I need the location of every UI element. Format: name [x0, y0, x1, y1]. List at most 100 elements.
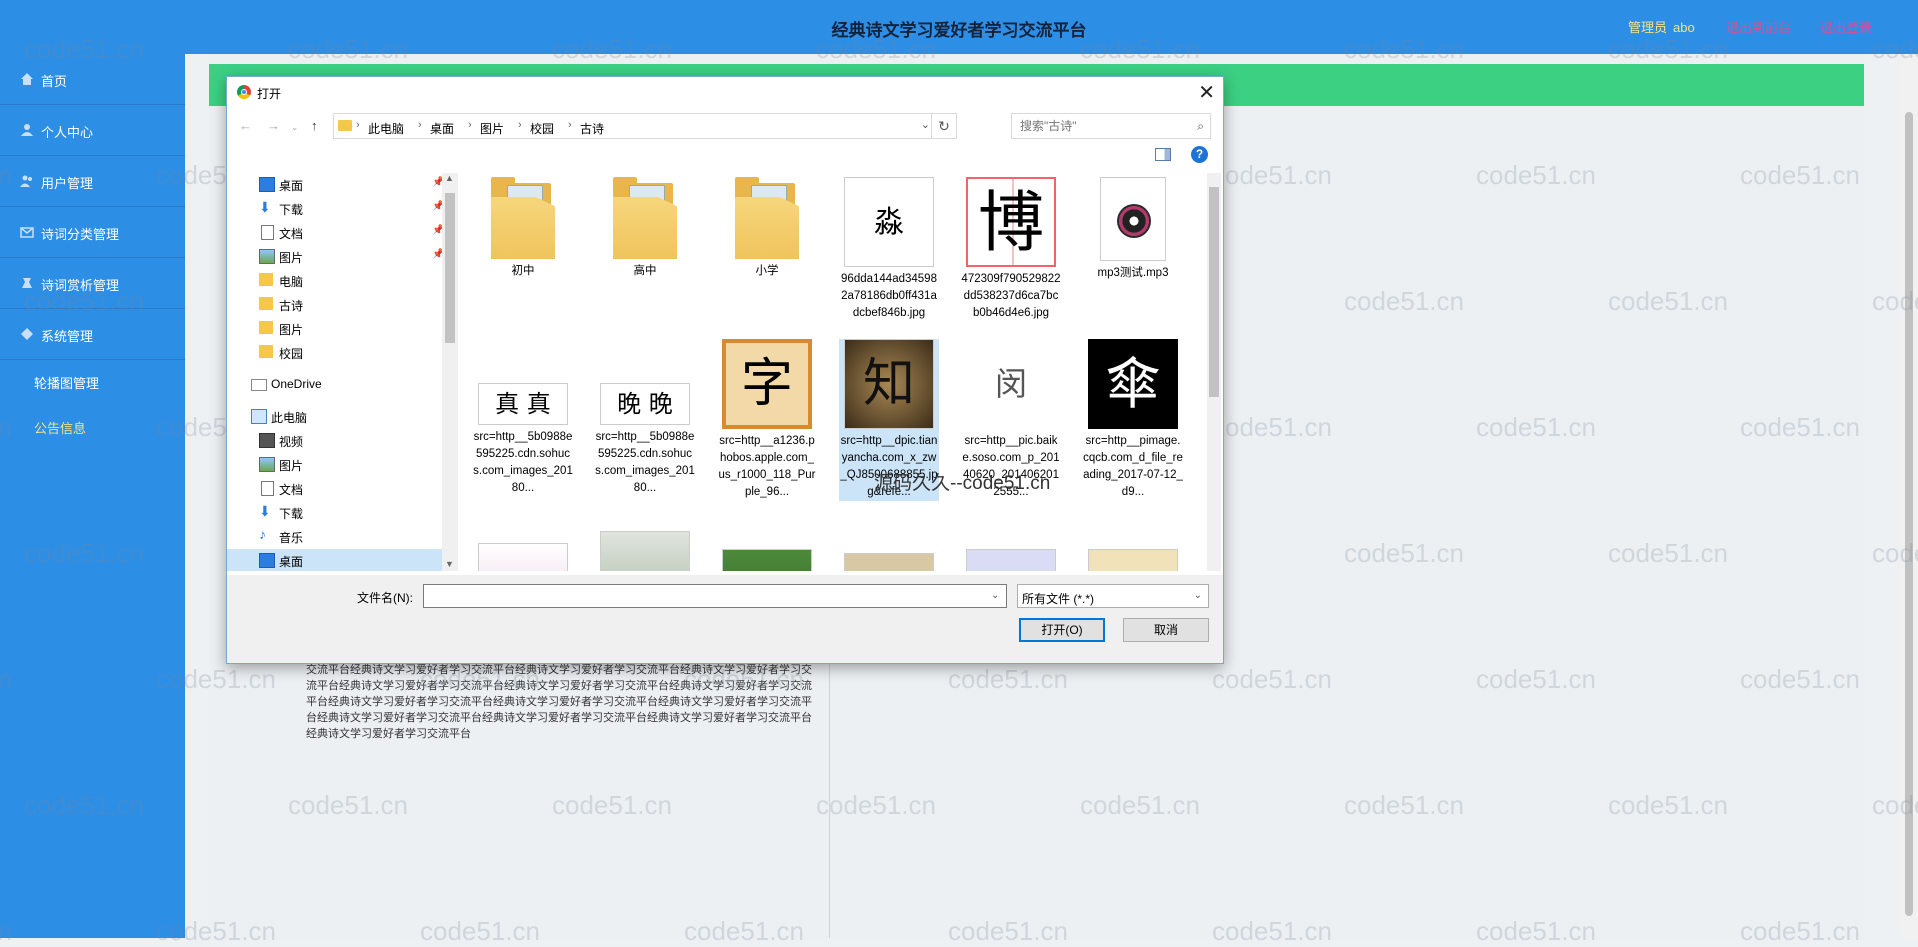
- file-item-image[interactable]: [473, 543, 573, 571]
- tree-item-downloads[interactable]: ⬇ 下载: [227, 501, 442, 523]
- file-item-folder[interactable]: 初中: [473, 177, 573, 280]
- help-icon[interactable]: ?: [1191, 146, 1208, 163]
- sidebar-subitem-carousel[interactable]: 轮播图管理: [34, 373, 99, 392]
- tree-item-label: 下载: [279, 203, 304, 217]
- tree-item-pictures[interactable]: 图片: [227, 453, 442, 475]
- file-item-image[interactable]: 字 src=http__a1236.phobos.apple.com_us_r1…: [717, 339, 817, 501]
- download-icon: ⬇: [259, 199, 271, 215]
- tree-item-label: 音乐: [279, 531, 304, 545]
- breadcrumb-item[interactable]: 桌面: [430, 120, 454, 137]
- image-thumbnail: 字: [722, 339, 812, 429]
- file-item-image[interactable]: [961, 549, 1061, 571]
- search-box[interactable]: ⌕: [1011, 113, 1211, 139]
- tree-item-videos[interactable]: 视频: [227, 429, 442, 451]
- back-arrow-icon[interactable]: ←: [239, 118, 252, 133]
- file-item-image[interactable]: 淼 96dda144ad345982a78186db0ff431adcbef84…: [839, 177, 939, 322]
- tree-item-folder[interactable]: 图片: [227, 317, 442, 339]
- tree-item-label: 图片: [279, 323, 304, 337]
- file-name: src=http__5b0988e595225.cdn.sohucs.com_i…: [595, 431, 695, 494]
- file-item-image[interactable]: 博 472309f790529822dd538237d6ca7bcb0b46d4…: [961, 177, 1061, 322]
- refresh-icon[interactable]: ↻: [931, 114, 956, 138]
- image-thumbnail: [600, 531, 690, 571]
- chevron-down-icon[interactable]: ⌄: [921, 118, 930, 131]
- file-grid-scrollbar[interactable]: [1207, 173, 1221, 571]
- file-item-image[interactable]: [1083, 549, 1183, 571]
- tree-item-this-pc[interactable]: 此电脑: [227, 405, 442, 427]
- back-to-frontend-link[interactable]: 退出到前台: [1726, 17, 1791, 36]
- tree-item-downloads[interactable]: ⬇ 下载 📌: [227, 197, 444, 219]
- breadcrumb-separator-icon: ›: [568, 119, 572, 131]
- sidebar-item-poem-category[interactable]: 诗词分类管理: [0, 207, 185, 258]
- breadcrumb-item[interactable]: 图片: [480, 120, 504, 137]
- folder-icon: [491, 177, 555, 259]
- tree-item-onedrive[interactable]: OneDrive: [227, 373, 442, 395]
- file-grid-scrollbar-thumb[interactable]: [1209, 187, 1219, 397]
- image-thumbnail: [478, 543, 568, 571]
- filename-input[interactable]: [423, 584, 1007, 608]
- cancel-button[interactable]: 取消: [1123, 618, 1209, 642]
- tree-item-documents[interactable]: 文档 📌: [227, 221, 444, 243]
- page-scrollbar[interactable]: [1900, 54, 1918, 938]
- breadcrumb-item[interactable]: 校园: [530, 120, 554, 137]
- close-icon[interactable]: ✕: [1198, 80, 1215, 105]
- tree-item-documents[interactable]: 文档: [227, 477, 442, 499]
- file-item-image[interactable]: [717, 549, 817, 571]
- file-item-folder[interactable]: 高中: [595, 177, 695, 280]
- open-button[interactable]: 打开(O): [1019, 618, 1105, 642]
- filetype-value: 所有文件 (*.*): [1022, 592, 1095, 606]
- tree-item-folder[interactable]: 校园: [227, 341, 442, 363]
- scroll-down-icon[interactable]: ▼: [445, 559, 454, 569]
- tree-item-desktop[interactable]: 桌面 📌: [227, 173, 444, 195]
- tree-item-pictures[interactable]: 图片 📌: [227, 245, 444, 267]
- tree-item-label: 此电脑: [271, 411, 308, 425]
- tree-item-music[interactable]: ♪ 音乐: [227, 525, 442, 547]
- tree-item-folder[interactable]: 电脑: [227, 269, 442, 291]
- scroll-up-icon[interactable]: ▲: [445, 173, 454, 183]
- file-name: src=http__5b0988e595225.cdn.sohucs.com_i…: [473, 431, 573, 494]
- file-item-image[interactable]: 真 真 src=http__5b0988e595225.cdn.sohucs.c…: [473, 339, 573, 497]
- file-item-image[interactable]: [595, 531, 695, 571]
- tree-scrollbar[interactable]: ▲ ▼: [442, 173, 458, 571]
- file-item-image[interactable]: 傘 src=http__pimage.cqcb.com_d_file_readi…: [1083, 339, 1183, 501]
- preview-pane-icon[interactable]: [1155, 148, 1171, 161]
- system-icon: [21, 328, 33, 340]
- sidebar-item-home[interactable]: 首页: [0, 54, 185, 105]
- breadcrumb-item[interactable]: 古诗: [580, 120, 604, 137]
- breadcrumb-separator-icon: ›: [468, 119, 472, 131]
- sidebar-item-users[interactable]: 用户管理: [0, 156, 185, 207]
- file-item-audio[interactable]: mp3测试.mp3: [1083, 177, 1183, 282]
- address-bar[interactable]: › 此电脑 › 桌面 › 图片 › 校园 › 古诗 ⌄ ↻: [333, 113, 957, 139]
- up-arrow-icon[interactable]: ↑: [311, 118, 318, 133]
- logout-link[interactable]: 退出登录: [1820, 17, 1872, 36]
- page-scrollbar-thumb[interactable]: [1905, 112, 1913, 916]
- file-item-image[interactable]: 晚 晚 src=http__5b0988e595225.cdn.sohucs.c…: [595, 339, 695, 497]
- desktop-icon: [259, 177, 275, 192]
- sidebar-item-poem-appreciation[interactable]: 诗词赏析管理: [0, 258, 185, 309]
- chevron-down-icon: ⌄: [1193, 590, 1202, 601]
- search-input[interactable]: [1018, 118, 1182, 134]
- filetype-select[interactable]: 所有文件 (*.*) ⌄: [1017, 584, 1209, 608]
- admin-name: abo: [1673, 20, 1695, 35]
- dialog-toolbar: ?: [227, 145, 1223, 169]
- search-icon[interactable]: ⌕: [1197, 119, 1204, 134]
- sidebar-item-system[interactable]: 系统管理: [0, 309, 185, 360]
- chevron-down-icon[interactable]: ⌄: [991, 590, 999, 601]
- sidebar: 首页 个人中心 用户管理 诗词分类管理 诗词赏析管理 系统管理 轮播图管理 公告…: [0, 54, 185, 938]
- image-thumbnail: [722, 549, 812, 571]
- tree-item-desktop[interactable]: 桌面: [227, 549, 442, 571]
- file-name: 小学: [755, 265, 779, 277]
- sidebar-item-profile[interactable]: 个人中心: [0, 105, 185, 156]
- tree-scrollbar-thumb[interactable]: [445, 193, 455, 343]
- tree-item-folder[interactable]: 古诗: [227, 293, 442, 315]
- forward-arrow-icon[interactable]: →: [267, 118, 280, 133]
- breadcrumb-item[interactable]: 此电脑: [368, 120, 404, 137]
- recent-chevron-icon[interactable]: ⌄: [291, 122, 299, 133]
- file-name: 472309f790529822dd538237d6ca7bcb0b46d4e6…: [961, 273, 1061, 319]
- folder-icon: [259, 345, 273, 358]
- file-name: 96dda144ad345982a78186db0ff431adcbef846b…: [841, 273, 937, 319]
- file-open-dialog: 打开 ✕ ← → ⌄ ↑ › 此电脑 › 桌面 › 图片 › 校园 › 古诗 ⌄…: [226, 76, 1224, 664]
- file-item-folder[interactable]: 小学: [717, 177, 817, 280]
- dialog-titlebar[interactable]: 打开 ✕: [227, 77, 1223, 107]
- sidebar-subitem-notice[interactable]: 公告信息: [34, 418, 86, 437]
- file-item-image[interactable]: [839, 553, 939, 571]
